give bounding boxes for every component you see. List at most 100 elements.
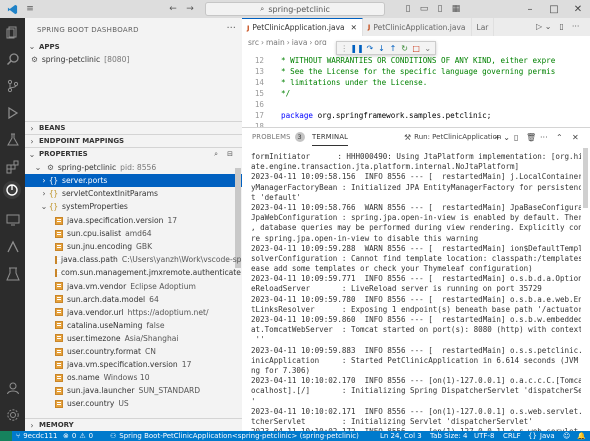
tab-petclinic-application-2[interactable]: J PetClinicApplication.java [362,18,472,36]
property-item[interactable]: user.timezone Asia/Shanghai [25,332,242,345]
close-button[interactable]: ✕ [566,0,590,18]
property-item[interactable]: user.country US [25,397,242,410]
end-of-line[interactable]: CRLF [503,431,521,441]
language-mode[interactable]: {} Java [528,431,555,441]
encoding[interactable]: UTF-8 [474,431,494,441]
property-item[interactable]: sun.arch.data.model 64 [25,293,242,306]
properties-root-item[interactable]: ⌄ ⚙ spring-petclinic pid: 8556 [25,161,242,174]
explorer-icon[interactable] [3,22,22,41]
tab-terminal[interactable]: TERMINAL [312,128,349,146]
kill-terminal-icon[interactable]: 🗑 [526,131,536,143]
drag-handle-icon[interactable]: ⋮ [340,43,349,54]
tab-problems[interactable]: PROBLEMS 3 [252,128,305,146]
search-icon[interactable] [3,49,22,68]
debug-session-indicator[interactable]: ⚇ Spring Boot-PetClinicApplication<sprin… [110,431,359,441]
property-item[interactable]: java.vm.specification.version 17 [25,358,242,371]
minimize-button[interactable]: – [518,0,542,18]
test-flask-icon[interactable] [3,130,22,149]
feedback-icon[interactable]: ☺ [563,431,570,441]
more-actions-icon[interactable]: ··· [572,22,580,31]
terminal-output[interactable]: formInitiator : HHH000490: Using JtaPlat… [251,152,581,441]
pause-icon[interactable]: ❚❚ [350,43,363,54]
notifications-bell-icon[interactable]: 🔔 [577,431,586,441]
tab-size[interactable]: Tab Size: 4 [430,431,467,441]
beans-section-header[interactable]: › BEANS [25,121,242,134]
back-arrow-icon[interactable]: ← [165,1,181,17]
split-editor-icon[interactable]: ▯ [559,22,563,31]
maximize-button[interactable]: □ [542,0,566,18]
chevron-right-icon: › [30,420,34,430]
endpoint-mappings-section-header[interactable]: › ENDPOINT MAPPINGS [25,134,242,147]
property-value: Windows 10 [103,373,150,383]
terminal-run-selector[interactable]: ⚒ Run: PetClinicApplication [404,131,501,143]
property-value: 64 [149,294,159,304]
spring-boot-dashboard-icon[interactable] [3,181,21,199]
properties-section-header[interactable]: ⌄ PROPERTIES ⌕ ⊟ [25,147,242,160]
property-item[interactable]: java.vm.vendor Eclipse Adoptium [25,280,242,293]
terminal-scrollbar[interactable] [583,148,588,208]
app-item[interactable]: ⚙ spring-petclinic [8080] [25,53,242,66]
cursor-position[interactable]: Ln 24, Col 3 [380,431,422,441]
close-panel-icon[interactable]: ✕ [572,131,579,143]
step-over-icon[interactable]: ↷ [366,43,375,54]
step-out-icon[interactable]: ↑ [389,43,398,54]
accounts-icon[interactable] [3,378,22,397]
command-center-search[interactable]: ⌕ spring-petclinic [205,2,385,16]
terminal-line: tcherServlet : Initializing Servlet 'dis… [251,416,533,426]
property-item[interactable]: java.class.path C:\Users\yanzh\Work\vscod… [25,253,242,266]
stop-icon[interactable]: □ [412,43,421,54]
property-item[interactable]: sun.jnu.encoding GBK [25,240,242,253]
remote-indicator[interactable] [0,431,12,441]
chevron-down-icon[interactable]: ⌄ [423,43,432,54]
property-item[interactable]: os.name Windows 10 [25,371,242,384]
step-into-icon[interactable]: ↓ [377,43,386,54]
terminal-line: , database queries may be performed duri… [251,223,581,233]
system-properties-item[interactable]: ⌄ {} systemProperties [25,200,242,213]
testing-icon[interactable] [3,264,22,283]
forward-arrow-icon[interactable]: → [182,1,198,17]
property-item[interactable]: com.sun.management.jmxremote.authenticat… [25,266,242,279]
layout-secondary-icon[interactable]: ▯ [432,1,448,17]
property-item[interactable]: sun.java.launcher SUN_STANDARD [25,384,242,397]
property-key: sun.jnu.encoding [67,242,133,252]
close-icon[interactable]: ✕ [351,23,357,32]
split-terminal-icon[interactable]: ▯ [514,131,518,143]
servlet-context-item[interactable]: › {} servletContextInitParams [25,187,242,200]
maximize-panel-icon[interactable]: ⌃ [556,131,563,143]
terminal-line: tLinksResolver : Exposing 1 endpoint(s) … [251,304,581,314]
settings-gear-icon[interactable] [3,405,22,424]
extensions-icon[interactable] [3,157,22,176]
property-value: CN [145,347,156,356]
layout-sidebar-icon[interactable]: ▯ [400,1,416,17]
customize-layout-icon[interactable]: ▦ [448,1,464,17]
problems-indicator[interactable]: ⊗ 0 ⚠ 0 [63,431,93,441]
sidebar: SPRING BOOT DASHBOARD ··· ⌄ APPS ⚙ sprin… [25,18,242,431]
property-item[interactable]: java.specification.version 17 [25,214,242,227]
property-item[interactable]: user.country.format CN [25,345,242,358]
apps-section-header[interactable]: ⌄ APPS [25,40,242,53]
property-item[interactable]: catalina.useNaming false [25,319,242,332]
layout-panel-icon[interactable]: ▭ [416,1,432,17]
code-text: * limitations under the License. [281,78,428,87]
property-item[interactable]: java.vendor.url https://adoptium.net/ [25,306,242,319]
code-editor[interactable]: 12 * WITHOUT WARRANTIES OR CONDITIONS OF … [242,45,590,131]
new-terminal-icon[interactable]: + ⌄ [494,131,510,143]
more-actions-icon[interactable]: ··· [540,131,548,143]
java-projects-icon[interactable] [3,237,22,256]
more-actions-icon[interactable]: ··· [226,23,236,34]
collapse-all-icon[interactable]: ⊟ [227,150,233,158]
server-ports-item[interactable]: › {} server.ports [25,174,242,187]
search-icon[interactable]: ⌕ [214,150,218,159]
run-debug-icon[interactable] [3,103,22,122]
property-item[interactable]: sun.cpu.isalist amd64 [25,227,242,240]
tab-petclinic-application[interactable]: J PetClinicApplication.java ✕ [242,18,363,36]
run-icon[interactable]: ▷ ⌄ [536,22,551,31]
branch-indicator[interactable]: ⑂ 9ecdc111 [16,431,57,441]
memory-section-header[interactable]: › MEMORY [25,418,242,431]
menu-icon[interactable]: ≡ [22,1,38,17]
remote-explorer-icon[interactable] [3,210,22,229]
source-control-icon[interactable] [3,76,22,95]
property-key: user.country [67,399,115,409]
restart-icon[interactable]: ↻ [400,43,409,54]
tab-lar[interactable]: Lar [471,18,495,36]
